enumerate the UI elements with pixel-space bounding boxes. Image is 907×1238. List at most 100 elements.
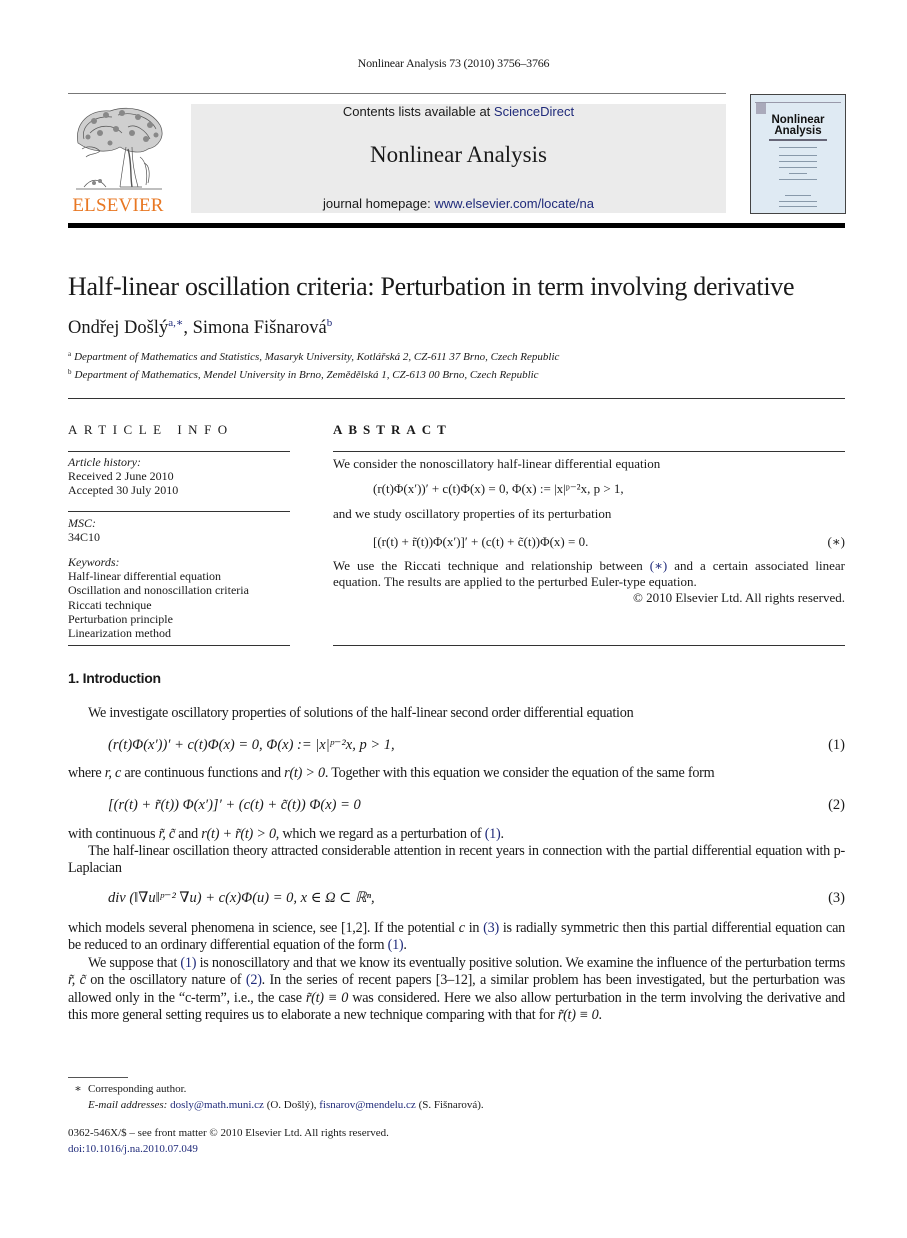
author-marks[interactable]: a,∗ [168, 317, 183, 329]
equation-label: (3) [828, 890, 845, 906]
msc-value: 34C10 [68, 530, 101, 545]
received-date: Received 2 June 2010 [68, 469, 174, 484]
journal-homepage-link[interactable]: www.elsevier.com/locate/na [434, 196, 594, 211]
journal-title: Nonlinear Analysis [370, 142, 547, 167]
author-list: Ondřej Došlýa,∗, Simona Fišnarováb [68, 316, 332, 339]
section-heading: 1. Introduction [68, 670, 161, 686]
cover-text-line [779, 167, 817, 168]
affiliation-mark: a [68, 350, 72, 358]
equation-body: (r(t)Φ(x′))′ + c(t)Φ(x) = 0, Φ(x) := |x|… [108, 737, 395, 753]
equation-ref-link[interactable]: (∗) [650, 558, 668, 573]
keywords-label: Keywords: [68, 555, 120, 569]
author-marks[interactable]: b [327, 317, 333, 329]
equation-label: (2) [828, 797, 845, 813]
text: are continuous functions and [121, 765, 285, 781]
equation-ref-link[interactable]: (3) [483, 920, 499, 936]
equation-ref-link[interactable]: (1) [388, 937, 404, 953]
cover-subtitle [769, 139, 827, 141]
history-label: Article history: [68, 455, 141, 469]
keyword-item: Linearization method [68, 626, 171, 641]
accepted-date: Accepted 30 July 2010 [68, 483, 179, 498]
cover-text-line [785, 195, 811, 196]
email-link[interactable]: dosly@math.muni.cz [170, 1099, 264, 1111]
elsevier-logo[interactable]: ELSEVIER [68, 103, 168, 216]
divider [68, 511, 290, 512]
abstract-paragraph: and we study oscillatory properties of i… [333, 506, 612, 521]
equation-2: [(r(t) + r̃(t)) Φ(x′)]′ + (c(t) + c̃(t))… [108, 797, 845, 814]
keyword-item: Perturbation principle [68, 611, 173, 626]
elsevier-wordmark: ELSEVIER [72, 195, 164, 216]
equation-3: div (‖∇u‖ᵖ⁻² ∇u) + c(x)Φ(u) = 0, x ∈ Ω ⊂… [108, 890, 845, 907]
text: . Together with this equation we conside… [324, 765, 715, 781]
cover-text-line [779, 201, 817, 202]
cover-text-line [779, 179, 817, 180]
equation-label: (∗) [827, 534, 846, 549]
text: . [598, 1006, 603, 1023]
divider [68, 645, 290, 646]
article-history: Article history: Received 2 June 2010 Ac… [68, 455, 178, 498]
keyword-item: Oscillation and nonoscillation criteria [68, 583, 249, 598]
abstract-copyright: © 2010 Elsevier Ltd. All rights reserved… [632, 590, 845, 605]
math-inline: r̃(t) ≡ 0 [557, 1006, 599, 1023]
text: Corresponding author. [88, 1083, 187, 1095]
cover-logo-icon [756, 103, 766, 114]
math-inline: r, c [104, 765, 122, 781]
cover-text-line [779, 161, 817, 162]
elsevier-tree-icon [76, 108, 163, 190]
doi-link[interactable]: doi:10.1016/j.na.2010.07.049 [68, 1143, 198, 1155]
equation-body: [(r(t) + r̃(t)) Φ(x′)]′ + (c(t) + c̃(t))… [108, 797, 361, 813]
equation-ref-link[interactable]: (2) [246, 972, 262, 988]
cover-top-strip [755, 98, 841, 103]
body-paragraph: with continuous r̃, c̃ and r(t) + r̃(t) … [68, 826, 845, 843]
text: (O. Došlý), [263, 1098, 320, 1111]
front-matter: 0362-546X/$ – see front matter © 2010 El… [68, 1126, 389, 1157]
body-paragraph: We suppose that (1) is nonoscillatory an… [68, 955, 845, 1024]
homepage-label: journal homepage: [323, 196, 435, 211]
header-thick-rule [68, 223, 845, 228]
cover-text-line [779, 147, 817, 148]
keywords: Keywords: Half-linear differential equat… [68, 555, 249, 640]
cover-text-line [779, 155, 817, 156]
affiliation-text: Department of Mathematics, Mendel Univer… [74, 369, 539, 381]
text: We suppose that [88, 955, 181, 971]
abstract-paragraph: We consider the nonoscillatory half-line… [333, 456, 661, 471]
equation-label: (1) [828, 737, 845, 753]
msc-label: MSC: [68, 516, 96, 530]
cover-text-line [779, 206, 817, 207]
running-head: Nonlinear Analysis 73 (2010) 3756–3766 [357, 56, 550, 70]
math-inline: r(t) > 0 [284, 765, 325, 781]
text: in [464, 920, 484, 936]
footnote-mark: ∗ [74, 1083, 82, 1095]
divider [333, 645, 845, 646]
affiliation-mark: b [68, 368, 72, 376]
keyword-item: Half-linear differential equation [68, 569, 222, 584]
math-inline: r̃(t) ≡ 0 [305, 989, 349, 1006]
email-addresses: E-mail addresses: dosly@math.muni.cz (O.… [68, 1098, 484, 1114]
affiliation-text: Department of Mathematics and Statistics… [74, 351, 560, 363]
author-name[interactable]: Simona Fišnarová [193, 318, 327, 338]
abstract-paragraph: We use the Riccati technique and relatio… [333, 558, 845, 590]
abstract-equation: (r(t)Φ(x′))′ + c(t)Φ(x) = 0, Φ(x) := |x|… [373, 481, 624, 496]
journal-cover-thumbnail[interactable]: Nonlinear Analysis [750, 94, 846, 214]
journal-banner: Contents lists available at ScienceDirec… [191, 104, 726, 213]
cover-title: Nonlinear Analysis [751, 114, 845, 137]
email-link[interactable]: fisnarov@mendelu.cz [319, 1099, 416, 1111]
text: with continuous [68, 826, 159, 842]
contents-line: Contents lists available at ScienceDirec… [191, 104, 726, 119]
email-label: E-mail addresses: [88, 1098, 171, 1111]
contents-label: Contents lists available at [342, 104, 494, 119]
keyword-item: Riccati technique [68, 597, 152, 612]
math-inline: r̃, c̃ [158, 826, 176, 842]
footnotes: ∗ Corresponding author. E-mail addresses:… [68, 1082, 484, 1114]
equation-ref-link[interactable]: (1) [180, 955, 196, 971]
divider [68, 451, 290, 452]
cover-text-line [789, 173, 807, 174]
text: , which we regard as a perturbation of [275, 826, 485, 842]
body-paragraph: The half-linear oscillation theory attra… [68, 843, 845, 877]
math-inline: r̃, c̃ [68, 972, 86, 989]
sciencedirect-link[interactable]: ScienceDirect [494, 104, 574, 119]
equation-body: div (‖∇u‖ᵖ⁻² ∇u) + c(x)Φ(u) = 0, x ∈ Ω ⊂… [108, 890, 375, 906]
author-name[interactable]: Ondřej Došlý [68, 318, 168, 338]
equation-ref-link[interactable]: (1) [485, 826, 501, 842]
text: We use the Riccati technique and relatio… [333, 558, 650, 573]
